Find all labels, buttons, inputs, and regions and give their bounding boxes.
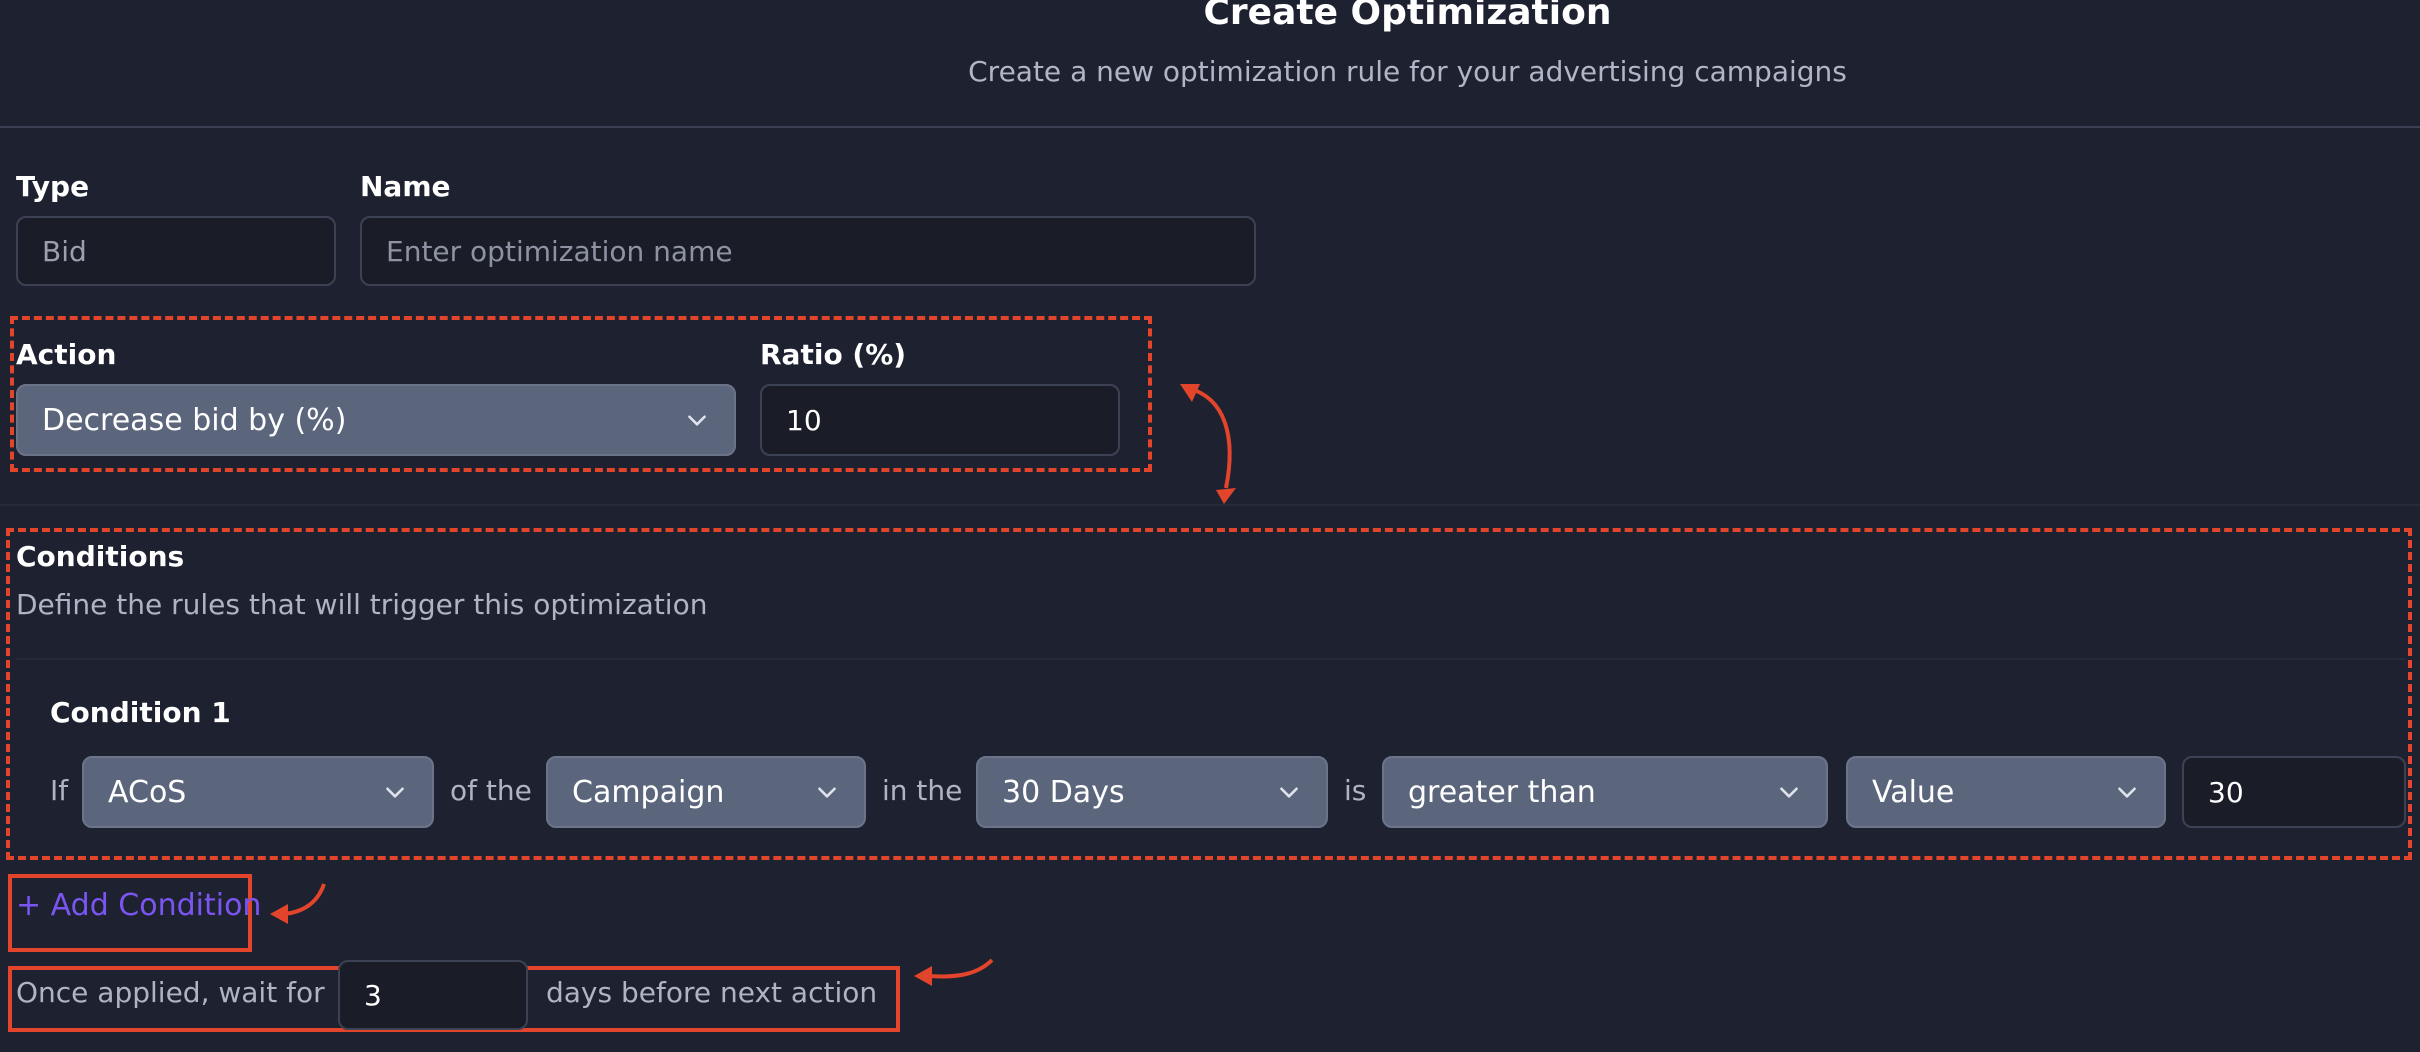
chevron-down-icon xyxy=(2118,787,2136,798)
arrow-annotation xyxy=(914,958,994,986)
condition-1-heading: Condition 1 xyxy=(50,696,231,729)
type-label: Type xyxy=(16,170,90,203)
name-input[interactable]: Enter optimization name xyxy=(360,216,1256,286)
conditions-title: Conditions xyxy=(16,540,185,573)
action-label: Action xyxy=(16,338,117,371)
arrow-annotation xyxy=(270,883,326,924)
metric-select[interactable]: ACoS xyxy=(82,756,434,828)
operator-value: greater than xyxy=(1408,774,1596,810)
name-placeholder: Enter optimization name xyxy=(386,234,733,268)
action-select[interactable]: Decrease bid by (%) xyxy=(16,384,736,456)
name-label: Name xyxy=(360,170,451,203)
level-value: Campaign xyxy=(572,774,725,810)
chevron-down-icon xyxy=(688,415,706,426)
of-the-label: of the xyxy=(450,774,532,807)
in-the-label: in the xyxy=(882,774,963,807)
wait-prefix: Once applied, wait for xyxy=(16,976,325,1009)
add-condition-button[interactable]: + Add Condition xyxy=(16,888,261,923)
chevron-down-icon xyxy=(818,787,836,798)
metric-value: ACoS xyxy=(108,774,187,810)
double-arrow-annotation xyxy=(1180,384,1236,504)
chevron-down-icon xyxy=(1780,787,1798,798)
type-field[interactable]: Bid xyxy=(16,216,336,286)
if-label: If xyxy=(50,774,69,807)
wait-days-input[interactable]: 3 xyxy=(338,960,528,1030)
level-select[interactable]: Campaign xyxy=(546,756,866,828)
page-title: Create Optimization xyxy=(1203,0,1612,33)
action-selected-value: Decrease bid by (%) xyxy=(42,402,347,438)
ratio-input[interactable]: 10 xyxy=(760,384,1120,456)
chevron-down-icon xyxy=(386,787,404,798)
condition-value: 30 xyxy=(2208,775,2244,809)
wait-suffix: days before next action xyxy=(546,976,878,1009)
type-value: Bid xyxy=(42,234,87,268)
condition-value-input[interactable]: 30 xyxy=(2182,756,2406,828)
period-value: 30 Days xyxy=(1002,774,1125,810)
header-divider xyxy=(0,126,2420,128)
ratio-value: 10 xyxy=(786,403,822,437)
operator-select[interactable]: greater than xyxy=(1382,756,1828,828)
conditions-description: Define the rules that will trigger this … xyxy=(16,588,708,621)
conditions-divider xyxy=(16,658,2406,660)
ratio-label: Ratio (%) xyxy=(760,338,907,371)
wait-days-value: 3 xyxy=(364,978,382,1012)
compare-type-value: Value xyxy=(1872,774,1955,810)
section-divider xyxy=(0,504,2420,506)
chevron-down-icon xyxy=(1280,787,1298,798)
period-select[interactable]: 30 Days xyxy=(976,756,1328,828)
page-subtitle: Create a new optimization rule for your … xyxy=(968,55,1847,88)
compare-type-select[interactable]: Value xyxy=(1846,756,2166,828)
is-label: is xyxy=(1344,774,1367,807)
